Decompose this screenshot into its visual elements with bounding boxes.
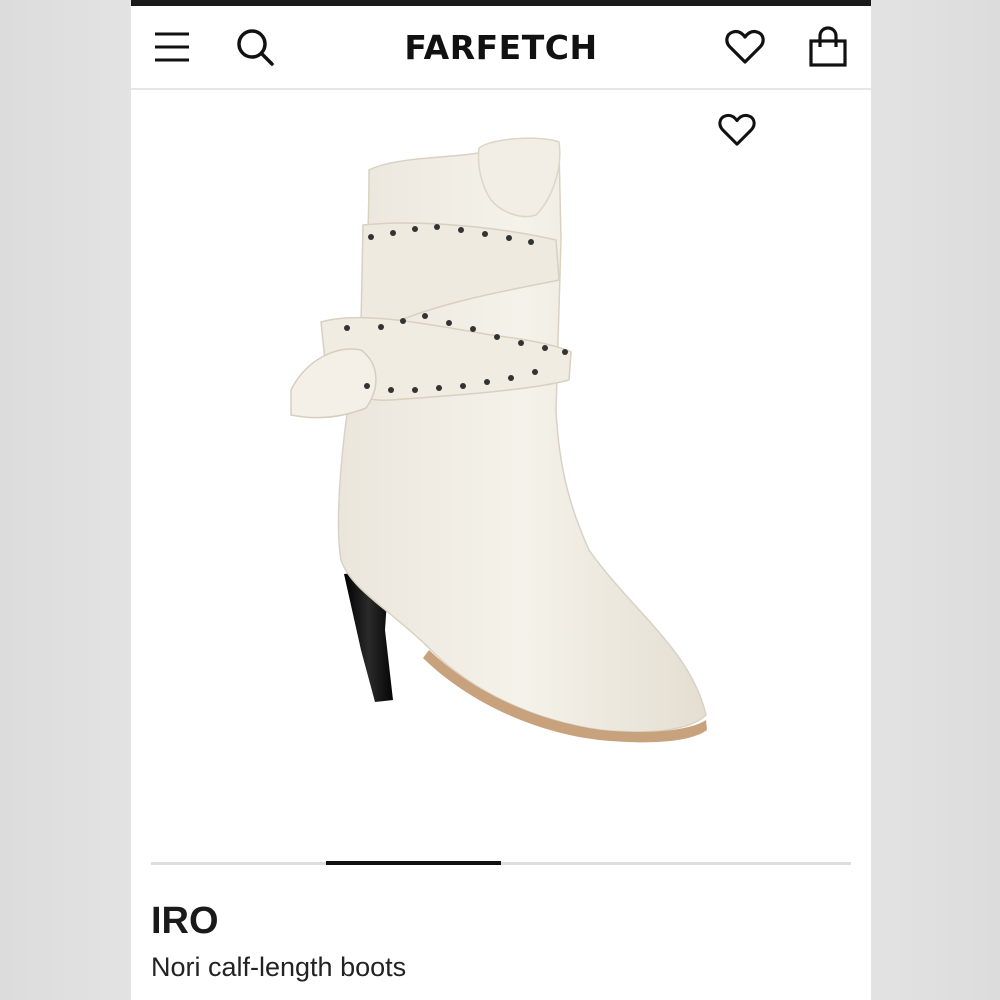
product-brand[interactable]: IRO bbox=[151, 900, 219, 943]
heart-icon bbox=[725, 29, 765, 64]
header: FARFETCH bbox=[131, 6, 871, 90]
shopping-bag-icon bbox=[809, 26, 847, 67]
app-screen: FARFETCH IRO Nori calf-length boots bbox=[131, 0, 871, 1000]
heart-icon bbox=[718, 113, 756, 146]
product-image[interactable] bbox=[131, 90, 871, 850]
product-name: Nori calf-length boots bbox=[151, 952, 407, 982]
boot-image bbox=[290, 137, 707, 743]
image-pager[interactable] bbox=[151, 861, 851, 865]
product-wishlist-button[interactable] bbox=[715, 108, 759, 152]
image-pager-active-segment bbox=[326, 861, 501, 865]
wishlist-button[interactable] bbox=[722, 24, 768, 70]
shopping-bag-button[interactable] bbox=[805, 24, 851, 70]
